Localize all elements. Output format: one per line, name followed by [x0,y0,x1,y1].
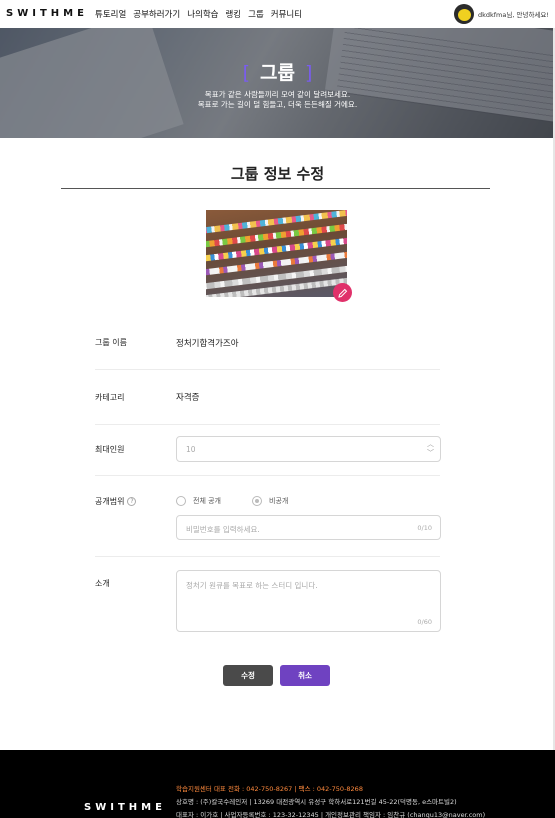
password-placeholder: 비밀번호를 입력하세요. [186,525,260,534]
footer-company: 상호명 : (주)칼국수레인저 | 13269 대전광역시 유성구 학하서로12… [176,798,457,806]
hero-bracket-left: [ [242,62,251,84]
hero-title: [ 그룹] [0,58,555,85]
nav-item-ranking[interactable]: 랭킹 [225,8,241,20]
hero-bracket-right: ] [304,62,313,84]
group-image [206,210,347,297]
password-char-count: 0/10 [417,524,432,532]
chevron-down-icon[interactable]: ﹀ [427,449,434,458]
visibility-label-text: 공개범위 [95,497,125,506]
footer-contact: 학습지원센터 대표 전화 : 042-750-8267 | 팩스 : 042-7… [176,785,363,793]
hero-subtitle-line2: 목표로 가는 길이 덜 힘들고, 더욱 든든해질 거에요. [197,100,358,109]
max-members-label: 최대인원 [95,445,125,454]
password-input[interactable]: 비밀번호를 입력하세요. 0/10 [176,515,441,540]
top-navigation-bar: SWITHME 튜토리얼 공부하러가기 나의학습 랭킹 그룹 커뮤니티 dkdk… [0,0,555,28]
intro-placeholder: 정처기 원큐를 목표로 하는 스터디 입니다. [186,581,318,590]
nav-item-study[interactable]: 공부하러가기 [133,8,180,20]
group-name-value: 정처기합격가즈아 [176,339,239,349]
footer-representative: 대표자 : 이가호 | 사업자등록번호 : 123-32-12345 | 개인정… [176,811,486,818]
page-title: 그룹 정보 수정 [230,165,325,183]
radio-public[interactable]: 전체 공개 [176,496,221,506]
stepper-arrows[interactable]: ︿ ﹀ [427,440,434,458]
nav-item-my-learning[interactable]: 나의학습 [187,8,218,20]
category-value: 자격증 [176,393,200,403]
user-greeting: dkdkfma님, 안녕하세요! [477,11,549,19]
main-nav: 튜토리얼 공부하러가기 나의학습 랭킹 그룹 커뮤니티 [95,8,302,20]
radio-public-label: 전체 공개 [193,497,221,505]
nav-item-community[interactable]: 커뮤니티 [271,8,302,20]
category-label: 카테고리 [95,393,125,402]
hero-banner: [ 그룹] 목표가 같은 사람들끼리 모여 같이 달려보세요. 목표로 가는 길이… [0,28,555,138]
avatar[interactable] [453,4,474,24]
visibility-label: 공개범위? [95,496,137,507]
hero-subtitle-line1: 목표가 같은 사람들끼리 모여 같이 달려보세요. [204,90,351,99]
cancel-button[interactable]: 취소 [280,665,330,686]
hero-title-text: 그룹 [260,62,295,84]
nav-item-tutorial[interactable]: 튜토리얼 [95,8,126,20]
radio-private-circle[interactable] [252,496,262,506]
group-name-label: 그룹 이름 [95,338,127,347]
help-icon[interactable]: ? [127,497,137,506]
max-members-value: 10 [186,445,196,454]
nav-item-group[interactable]: 그룹 [248,8,264,20]
intro-char-count: 0/60 [417,618,432,626]
radio-public-circle[interactable] [176,496,186,506]
radio-private[interactable]: 비공개 [252,496,288,506]
title-divider [61,188,490,189]
edit-image-icon[interactable] [333,283,352,302]
footer: SWITHME 학습지원센터 대표 전화 : 042-750-8267 | 팩스… [0,750,555,818]
max-members-stepper[interactable]: 10 ︿ ﹀ [176,436,441,462]
user-menu[interactable]: dkdkfma님, 안녕하세요! [453,4,549,24]
radio-private-label: 비공개 [269,497,289,505]
intro-textarea[interactable]: 정처기 원큐를 목표로 하는 스터디 입니다. 0/60 [176,570,441,632]
footer-logo: SWITHME [84,802,166,813]
chevron-up-icon[interactable]: ︿ [427,440,434,449]
save-button[interactable]: 수정 [223,665,273,686]
site-logo[interactable]: SWITHME [6,8,88,19]
intro-label: 소개 [95,579,110,588]
